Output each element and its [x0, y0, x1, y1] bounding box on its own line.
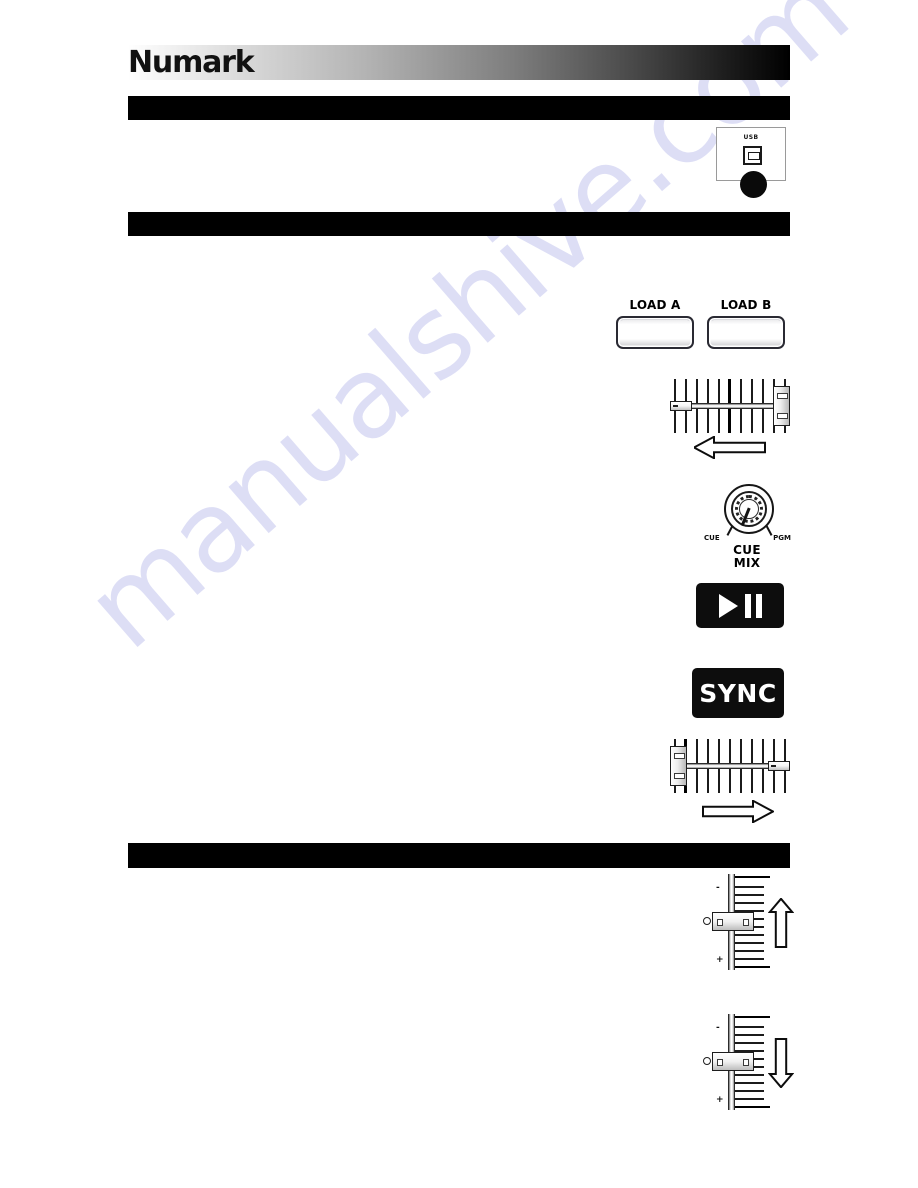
- load-b-item: LOAD B: [707, 298, 785, 349]
- vertical-fader: - +: [702, 872, 772, 972]
- crossfader-track: [668, 738, 792, 794]
- knob-tick-right: [765, 525, 773, 536]
- crossfader-left-figure: [668, 378, 792, 460]
- crossfader-right-figure: [668, 738, 792, 830]
- knob-face: [739, 499, 759, 527]
- fader-pointer-icon: [703, 1057, 711, 1065]
- knob-max-label: PGM: [773, 534, 791, 542]
- knob-caption: CUE MIX: [702, 544, 792, 570]
- crossfader-knob-end: [768, 761, 790, 771]
- load-b-label: LOAD B: [720, 298, 772, 312]
- manual-page: manualshive.com Numark USB LOAD A LOAD B: [0, 0, 918, 1188]
- crossfader-handle[interactable]: [670, 746, 687, 786]
- watermark-text: manualshive.com: [62, 0, 873, 675]
- pause-bars-icon: [744, 593, 762, 618]
- fader-handle[interactable]: [712, 1052, 754, 1071]
- fader-top-label: -: [716, 883, 720, 893]
- cue-mix-knob-figure: CUE PGM CUE MIX: [702, 484, 792, 570]
- play-pause-figure: [696, 583, 784, 628]
- fader-bottom-label: +: [716, 1095, 724, 1105]
- arrow-left-icon: [694, 436, 766, 459]
- fader-handle[interactable]: [712, 912, 754, 931]
- fader-pointer-icon: [703, 917, 711, 925]
- load-buttons-figure: LOAD A LOAD B: [616, 298, 790, 356]
- knob-tick-left: [726, 525, 734, 536]
- section-heading-bar-1: [128, 96, 790, 120]
- load-button-group: LOAD A LOAD B: [616, 298, 790, 356]
- usb-b-port-icon: [743, 146, 762, 165]
- usb-callout-dot: [740, 171, 767, 198]
- pitch-fader-up-figure: - +: [702, 872, 798, 972]
- usb-jack-figure: USB: [716, 127, 788, 201]
- play-pause-button[interactable]: [696, 583, 784, 628]
- crossfader-track: [668, 378, 792, 434]
- fader-bottom-label: +: [716, 955, 724, 965]
- knob-caption-line2: MIX: [733, 556, 761, 570]
- sync-figure: SYNC: [692, 668, 784, 718]
- crossfader-handle[interactable]: [773, 386, 790, 426]
- fader-top-label: -: [716, 1023, 720, 1033]
- knob-min-label: CUE: [704, 534, 720, 542]
- play-pause-icon: [718, 593, 762, 618]
- usb-port-label: USB: [743, 134, 759, 141]
- load-b-button[interactable]: [707, 316, 785, 349]
- arrow-right-icon: [702, 800, 774, 823]
- section-heading-bar-3: [128, 843, 790, 868]
- pitch-fader-down-figure: - +: [702, 1012, 798, 1112]
- section-heading-bar-2: [128, 212, 790, 236]
- arrow-down-icon: [768, 1038, 794, 1088]
- numark-logo: Numark: [128, 45, 255, 80]
- sync-button-label: SYNC: [699, 678, 777, 708]
- load-a-item: LOAD A: [616, 298, 694, 349]
- vertical-fader: - +: [702, 1012, 772, 1112]
- play-triangle-icon: [718, 593, 738, 618]
- sync-button[interactable]: SYNC: [692, 668, 784, 718]
- arrow-up-icon: [768, 898, 794, 948]
- crossfader-knob-end: [670, 401, 692, 411]
- load-a-button[interactable]: [616, 316, 694, 349]
- load-a-label: LOAD A: [629, 298, 681, 312]
